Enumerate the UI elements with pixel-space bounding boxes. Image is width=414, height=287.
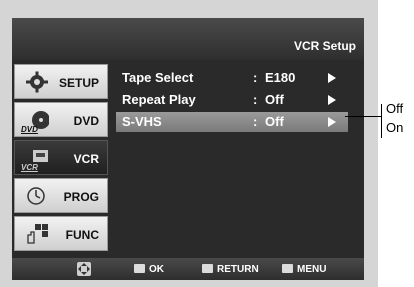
row-label: S-VHS (122, 114, 162, 129)
return-label: RETURN (217, 264, 259, 275)
arrow-right-icon (328, 117, 336, 127)
tv-frame: VCR Setup SETUP DVD DVD VCR VCR PROG FUN… (0, 0, 378, 287)
clock-icon (27, 187, 45, 205)
option-off: Off (386, 101, 404, 116)
sidebar-item-label: SETUP (58, 76, 99, 90)
menu-icon (282, 264, 293, 273)
menu-row-svhs[interactable]: S-VHS : Off (116, 112, 348, 132)
callout-line (345, 116, 381, 117)
sidebar-item-label: FUNC (65, 228, 99, 242)
arrow-right-icon (328, 95, 336, 105)
sidebar-item-setup[interactable]: SETUP (14, 64, 108, 99)
enter-icon (134, 264, 145, 273)
menu-row-tape-select[interactable]: Tape Select : E180 (116, 68, 348, 88)
header-bar: VCR Setup (12, 18, 364, 60)
direction-pad-icon (77, 262, 91, 276)
row-separator: : (253, 92, 258, 107)
sidebar-item-prog[interactable]: PROG (14, 178, 108, 213)
settings-menu: Tape Select : E180 Repeat Play : Off S-V… (114, 60, 364, 258)
vcr-icon-text: VCR (21, 163, 38, 172)
ok-hint: OK (134, 264, 164, 275)
row-label: Tape Select (122, 70, 194, 85)
menu-row-repeat-play[interactable]: Repeat Play : Off (116, 90, 348, 110)
sidebar-item-label: PROG (63, 190, 99, 204)
sidebar-item-label: VCR (73, 152, 99, 166)
sidebar-item-dvd[interactable]: DVD DVD (14, 102, 108, 137)
dvd-icon-text: DVD (21, 125, 38, 134)
return-icon (202, 264, 213, 273)
sidebar-item-func[interactable]: FUNC (14, 216, 108, 251)
hand-menu-icon (27, 224, 48, 244)
osd-screen: VCR Setup SETUP DVD DVD VCR VCR PROG FUN… (12, 18, 364, 280)
option-on: On (386, 120, 404, 135)
row-value: Off (265, 114, 284, 129)
callout-bracket (381, 104, 382, 138)
row-value: Off (265, 92, 284, 107)
footer-bar: OK RETURN MENU (12, 258, 364, 280)
menu-label: MENU (297, 264, 327, 275)
row-value: E180 (265, 70, 296, 85)
arrow-right-icon (328, 73, 336, 83)
menu-hint: MENU (282, 264, 326, 275)
page-title: VCR Setup (293, 39, 356, 53)
row-label: Repeat Play (122, 92, 196, 107)
ok-label: OK (149, 264, 164, 275)
sidebar: SETUP DVD DVD VCR VCR PROG FUNC (12, 60, 110, 258)
gear-icon (26, 71, 48, 93)
row-separator: : (253, 114, 258, 129)
return-hint: RETURN (202, 264, 259, 275)
sidebar-item-vcr[interactable]: VCR VCR (14, 140, 108, 175)
sidebar-item-label: DVD (73, 114, 99, 128)
row-separator: : (253, 70, 258, 85)
